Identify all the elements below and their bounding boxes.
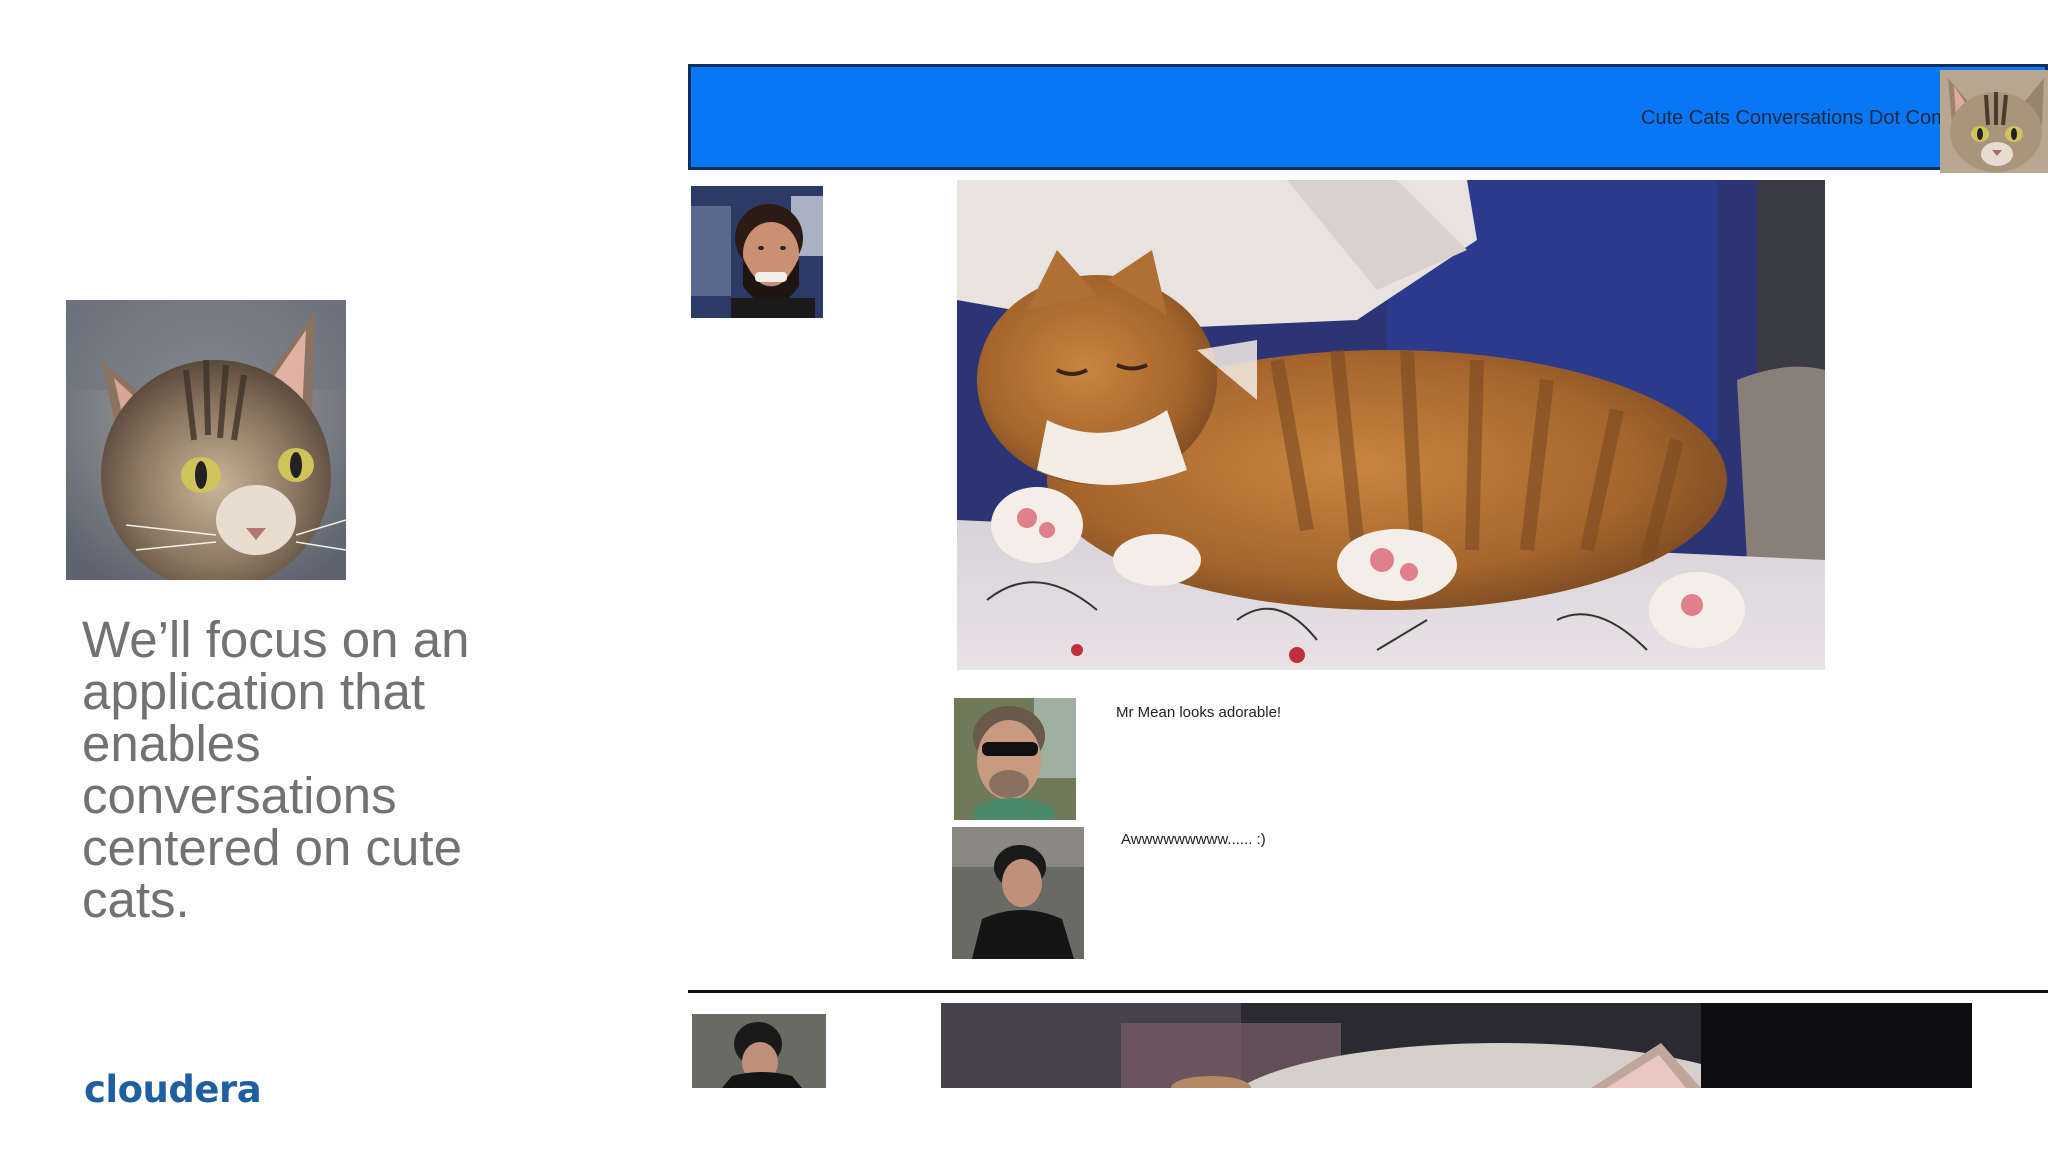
post-cat-photo[interactable] bbox=[957, 180, 1825, 670]
post-divider bbox=[688, 990, 2048, 993]
app-mockup: Cute Cats Conversations Dot Com Mr Mean … bbox=[688, 64, 2048, 1088]
comment-text-2: Awwwwwwwww...... :) bbox=[1121, 831, 1266, 848]
app-title: Cute Cats Conversations Dot Com bbox=[1641, 107, 1948, 129]
post2-cat-photo[interactable] bbox=[941, 1003, 1972, 1088]
post-author-avatar[interactable] bbox=[691, 186, 823, 318]
post2-author-avatar[interactable] bbox=[692, 1014, 826, 1088]
comment-avatar-1[interactable] bbox=[954, 698, 1076, 820]
slide-caption: We’ll focus on an application that enabl… bbox=[82, 611, 470, 928]
cloudera-logo: cloudera bbox=[84, 1068, 262, 1111]
slide: We’ll focus on an application that enabl… bbox=[0, 0, 2048, 1152]
comment-text-1: Mr Mean looks adorable! bbox=[1116, 704, 1282, 721]
tabby-cat-image bbox=[66, 300, 346, 580]
comment-avatar-2[interactable] bbox=[952, 827, 1084, 959]
app-header: Cute Cats Conversations Dot Com bbox=[688, 64, 2048, 173]
header-cat-avatar[interactable] bbox=[1940, 70, 2048, 173]
